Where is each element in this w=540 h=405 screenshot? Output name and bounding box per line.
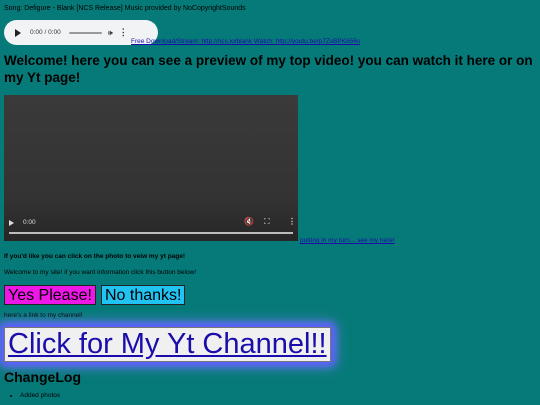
changelog-heading: ChangeLog [4, 369, 81, 385]
download-stream-link[interactable]: Free Download/Stream: http://ncs.io/blan… [131, 38, 360, 45]
video-time: 0:00 [23, 219, 36, 226]
channel-link-button[interactable]: Click for My Yt Channel!! [4, 327, 331, 362]
more-options-icon[interactable]: ⋮ [119, 27, 128, 38]
yes-please-button[interactable]: Yes Please! [4, 285, 96, 305]
video-volume-icon[interactable]: 🔇 [244, 217, 254, 226]
youtube-image-link[interactable]: putting in my turn... see my here! [300, 237, 395, 244]
volume-icon[interactable]: 🕪 [108, 28, 113, 38]
changelog-item: Added photos [20, 391, 60, 400]
video-more-options-icon[interactable]: ⋮ [288, 217, 296, 226]
changelog-list: Added photos [4, 391, 60, 400]
fullscreen-icon[interactable]: ⛶ [264, 217, 270, 227]
audio-time: 0:00 / 0:00 [30, 29, 61, 36]
click-photo-text: If you'd like you can click on the photo… [4, 253, 186, 260]
video-progress-slider[interactable] [9, 232, 293, 234]
play-icon[interactable] [15, 28, 21, 37]
channel-intro-text: here's a link to my channel! [4, 312, 83, 319]
video-player[interactable]: 0:00 🔇 ⛶ ⋮ [4, 95, 298, 241]
no-thanks-button[interactable]: No thanks! [101, 285, 186, 305]
video-play-icon[interactable] [9, 220, 14, 226]
page-heading: Welcome! here you can see a preview of m… [4, 53, 533, 85]
welcome-text: Welcome to my site! if you want informat… [4, 269, 197, 276]
song-credit-text: Song: Defigure - Blank [NCS Release] Mus… [4, 5, 246, 12]
audio-progress-slider[interactable] [68, 31, 102, 34]
